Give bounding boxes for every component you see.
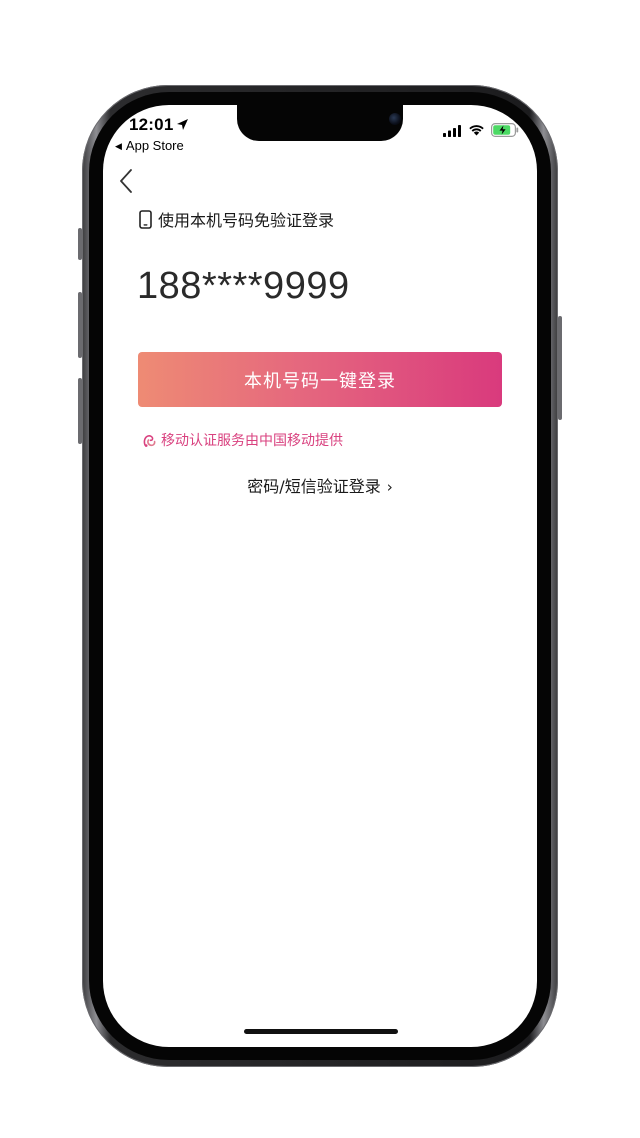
mute-switch: [78, 228, 82, 260]
password-sms-login-link[interactable]: 密码/短信验证登录 ›: [103, 473, 537, 497]
back-triangle-icon: ◀: [115, 141, 122, 151]
home-indicator[interactable]: [244, 1029, 398, 1034]
back-to-app-store-link[interactable]: ◀ App Store: [115, 138, 184, 153]
status-time: 12:01: [129, 115, 174, 134]
chevron-left-icon[interactable]: [115, 167, 137, 195]
mobile-phone-icon: [139, 209, 152, 229]
battery-charging-icon: [491, 123, 519, 137]
china-mobile-logo-icon: [143, 435, 156, 447]
front-camera: [389, 113, 401, 125]
cellular-signal-icon: [443, 125, 461, 137]
one-click-login-button[interactable]: 本机号码一键登录: [138, 352, 502, 407]
local-number-row: 使用本机号码免验证登录: [139, 208, 334, 230]
password-sms-login-label: 密码/短信验证登录: [247, 477, 381, 496]
back-app-label: App Store: [125, 138, 184, 153]
local-number-label: 使用本机号码免验证登录: [158, 211, 335, 230]
volume-down-button: [78, 378, 82, 444]
provider-note-text: 移动认证服务由中国移动提供: [161, 433, 343, 449]
provider-note-row: 移动认证服务由中国移动提供: [141, 430, 343, 450]
wifi-icon: [469, 125, 484, 136]
masked-phone-number: 188****9999: [137, 265, 350, 307]
screen: 12:01 ◀ App Store 使用本机号码免验证登录 188****999…: [103, 105, 537, 1047]
power-button: [558, 316, 562, 420]
chevron-right-icon: ›: [386, 478, 393, 496]
notch: [237, 105, 403, 141]
page: 12:01 ◀ App Store 使用本机号码免验证登录 188****999…: [0, 0, 640, 1138]
one-click-login-label: 本机号码一键登录: [244, 370, 396, 392]
location-arrow-icon: [177, 119, 188, 130]
volume-up-button: [78, 292, 82, 358]
